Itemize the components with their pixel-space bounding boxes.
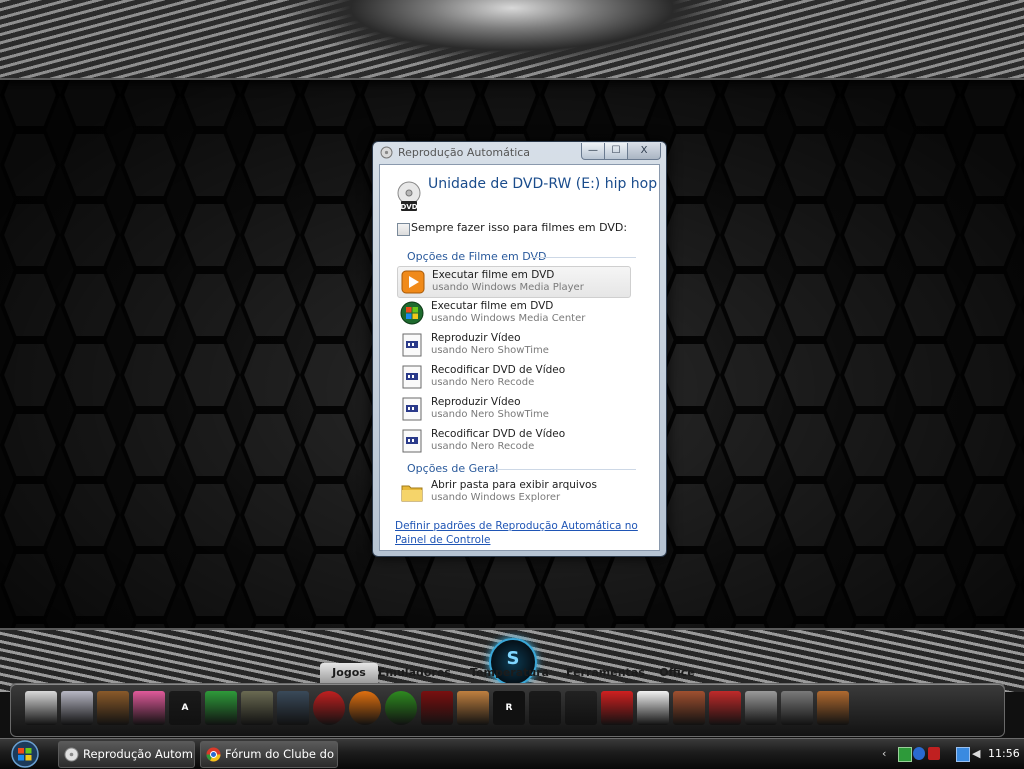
gears-of-war-icon[interactable] (421, 691, 453, 725)
option-open-folder[interactable]: Abrir pasta para exibir arquivos usando … (397, 477, 629, 507)
windows-media-center-icon (400, 301, 424, 325)
always-do-this-label[interactable]: Sempre fazer isso para filmes em DVD: (411, 221, 627, 234)
option-wmc[interactable]: Executar filme em DVD usando Windows Med… (397, 298, 629, 328)
fighter-icon[interactable] (457, 691, 489, 725)
assassins-creed-icon[interactable] (25, 691, 57, 725)
wallpaper-top-band (0, 0, 1024, 80)
windows-media-player-icon (401, 270, 425, 294)
always-do-this-checkbox[interactable] (397, 223, 410, 236)
drive-heading: Unidade de DVD-RW (E:) hip hop (428, 176, 658, 192)
option-title: Executar filme em DVD (432, 269, 555, 281)
clock[interactable]: 11:56 (988, 739, 1020, 769)
system-tray: ‹ ◀ 11:56 (878, 739, 1024, 769)
option-title: Recodificar DVD de Vídeo (431, 428, 566, 440)
option-title: Reproduzir Vídeo (431, 332, 521, 344)
option-title: Abrir pasta para exibir arquivos (431, 479, 597, 491)
autoplay-icon (64, 747, 79, 762)
taskbar: Reprodução Autom... Fórum do Clube do ..… (0, 738, 1024, 769)
kane-lynch-icon[interactable] (565, 691, 597, 725)
chrome-icon (206, 747, 221, 762)
option-subtitle: usando Windows Media Player (432, 282, 584, 293)
maximize-button[interactable]: ☐ (604, 143, 628, 160)
option-subtitle: usando Windows Explorer (431, 492, 561, 503)
option-subtitle: usando Nero Recode (431, 441, 535, 452)
sims-icon[interactable] (205, 691, 237, 725)
wolf-icon[interactable] (745, 691, 777, 725)
call-of-duty-icon[interactable] (277, 691, 309, 725)
dock-tabs: Jogos Emuladores Temperatura Ferramentas… (300, 663, 730, 683)
moto-icon[interactable] (709, 691, 741, 725)
hat-icon[interactable] (529, 691, 561, 725)
chevron-left-icon[interactable]: ‹ (882, 747, 894, 760)
option-title: Reproduzir Vídeo (431, 396, 521, 408)
nero-document-icon (402, 365, 422, 389)
dock-tab-ferramentas[interactable]: Ferramentas (566, 663, 645, 683)
dvd-label: DVD (400, 203, 417, 211)
taskbar-button-chrome[interactable]: Fórum do Clube do ... (200, 741, 338, 768)
dock-tab-temperatura[interactable]: Temperatura (470, 663, 549, 683)
network-icon[interactable] (913, 747, 925, 760)
dialog-title: Reprodução Automática (398, 146, 531, 159)
option-nero-showtime-2[interactable]: Reproduzir Vídeo usando Nero ShowTime (397, 394, 629, 424)
start-button[interactable] (6, 739, 44, 769)
dialog-content: DVD Unidade de DVD-RW (E:) hip hop Sempr… (379, 164, 660, 551)
autoplay-settings-link[interactable]: Definir padrões de Reprodução Automática… (395, 519, 657, 547)
taskbar-button-autoplay[interactable]: Reprodução Autom... (58, 741, 195, 768)
soldier-icon[interactable] (97, 691, 129, 725)
option-nero-showtime[interactable]: Reproduzir Vídeo usando Nero ShowTime (397, 330, 629, 360)
option-title: Recodificar DVD de Vídeo (431, 364, 566, 376)
target-icon[interactable] (349, 691, 381, 725)
mirrors-edge-icon[interactable] (601, 691, 633, 725)
nero-document-icon (402, 333, 422, 357)
option-subtitle: usando Nero ShowTime (431, 409, 549, 420)
autoplay-icon (380, 146, 393, 159)
section-movie-options: Opções de Filme em DVD (407, 250, 547, 263)
red-tray-icon[interactable] (928, 747, 940, 760)
fighter2-icon[interactable] (817, 691, 849, 725)
taskbar-button-label: Fórum do Clube do ... (225, 747, 338, 761)
arma-icon[interactable]: A (169, 691, 201, 725)
splinter-cell-icon[interactable] (241, 691, 273, 725)
minimize-button[interactable]: — (581, 143, 605, 160)
speaker-icon[interactable]: ◀ (972, 747, 984, 760)
taskbar-button-label: Reprodução Autom... (83, 747, 195, 761)
dialog-titlebar[interactable]: Reprodução Automática — ☐ X (373, 142, 666, 164)
dock-tab-emuladores[interactable]: Emuladores (378, 663, 451, 683)
monitor-network-icon[interactable] (956, 747, 970, 762)
nero-document-icon (402, 429, 422, 453)
dvd-drive-icon: DVD (397, 181, 421, 211)
folder-icon (401, 485, 423, 502)
option-subtitle: usando Nero Recode (431, 377, 535, 388)
option-title: Executar filme em DVD (431, 300, 554, 312)
dock-tab-office[interactable]: Office (656, 663, 698, 683)
racing-icon[interactable] (133, 691, 165, 725)
rockstar-icon[interactable]: R (493, 691, 525, 725)
option-nero-recode[interactable]: Recodificar DVD de Vídeo usando Nero Rec… (397, 362, 629, 392)
green-tray-icon[interactable] (898, 747, 912, 762)
autoplay-dialog: Reprodução Automática — ☐ X DVD Unidade … (372, 141, 667, 557)
nero-document-icon (402, 397, 422, 421)
option-subtitle: usando Nero ShowTime (431, 345, 549, 356)
robot-icon[interactable] (61, 691, 93, 725)
dock-tab-jogos[interactable]: Jogos (320, 663, 378, 683)
option-wmp[interactable]: Executar filme em DVD usando Windows Med… (397, 266, 631, 298)
close-button[interactable]: X (627, 143, 661, 160)
option-nero-recode-2[interactable]: Recodificar DVD de Vídeo usando Nero Rec… (397, 426, 629, 456)
burnout-icon[interactable] (313, 691, 345, 725)
section-general-options: Opções de Geral (407, 462, 499, 475)
stranglehold-icon[interactable] (781, 691, 813, 725)
character-icon[interactable] (673, 691, 705, 725)
game-dock: A R (10, 683, 1005, 737)
option-subtitle: usando Windows Media Center (431, 313, 586, 324)
section-divider (492, 469, 636, 470)
eye-icon[interactable] (385, 691, 417, 725)
f1-icon[interactable] (637, 691, 669, 725)
section-divider (530, 257, 636, 258)
